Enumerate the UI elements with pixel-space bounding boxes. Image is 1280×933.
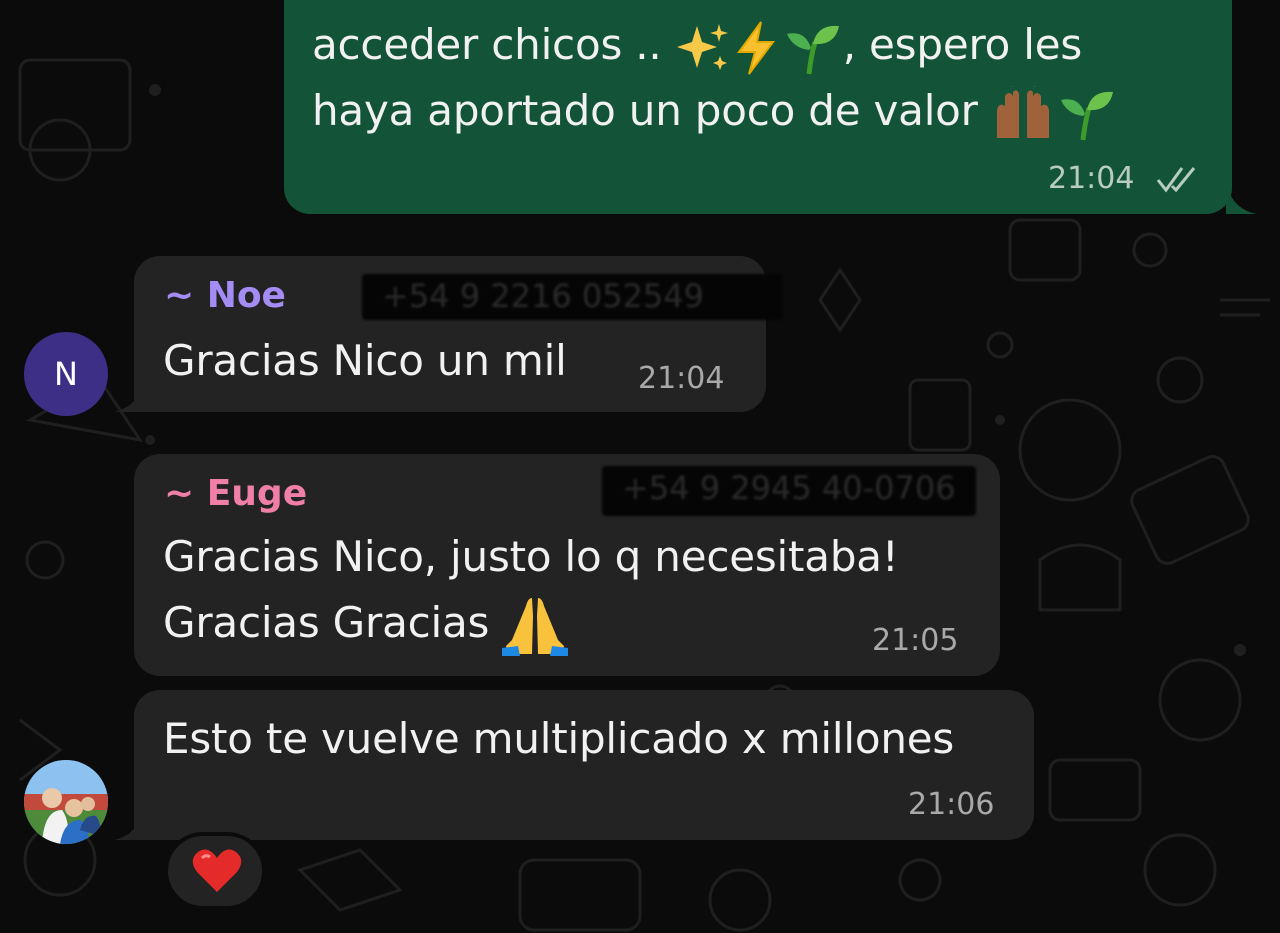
message-text-line-2: Gracias Gracias [163,590,569,656]
reaction-badge[interactable] [164,832,266,910]
bubble-tail [1226,180,1256,214]
message-text-line-2: haya aportado un poco de valor [312,78,1117,144]
message-text-line-1: Gracias Nico, justo lo q necesitaba! [163,532,899,581]
sender-name[interactable]: ~ Euge [164,474,307,514]
message-line-1: acceder chicos .. [312,20,675,69]
avatar[interactable] [24,760,108,844]
message-line-1-tail: , espero les [842,20,1083,69]
message-time: 21:06 [908,787,995,822]
sender-name[interactable]: ~ Noe [164,276,286,316]
message-text: acceder chicos .. , espero les [312,12,1082,78]
incoming-message-bubble[interactable]: ~ Euge +54 9 2945 40-0706 Gracias Nico, … [134,454,1000,676]
double-check-icon [1156,167,1196,193]
message-line-2: Gracias Gracias [163,598,503,647]
message-time: 21:04 [638,361,725,396]
seedling-icon [1060,91,1113,140]
message-line-2: haya aportado un poco de valor [312,86,978,135]
avatar-photo [24,760,108,844]
message-time: 21:05 [872,623,959,658]
message-time: 21:04 [1048,161,1135,196]
incoming-message-bubble[interactable]: Esto te vuelve multiplicado x millones 2… [134,690,1034,840]
avatar[interactable]: N [24,332,108,416]
outgoing-message-bubble[interactable]: acceder chicos .. , espero les haya apor… [284,0,1232,214]
message-text: Esto te vuelve multiplicado x millones [163,714,955,763]
folded-hands-icon [502,597,569,656]
seedling-icon [786,25,839,74]
heart-icon [192,849,242,892]
sender-phone-redacted: +54 9 2216 052549 [362,274,782,320]
lightning-icon [736,20,775,75]
sender-phone-redacted: +54 9 2945 40-0706 [602,466,976,516]
incoming-message-bubble[interactable]: ~ Noe +54 9 2216 052549 Gracias Nico un … [134,256,782,412]
avatar-letter: N [54,355,78,393]
message-text: Gracias Nico un mil [163,336,567,385]
raising-hands-icon [996,85,1049,138]
sparkles-icon [676,23,728,70]
